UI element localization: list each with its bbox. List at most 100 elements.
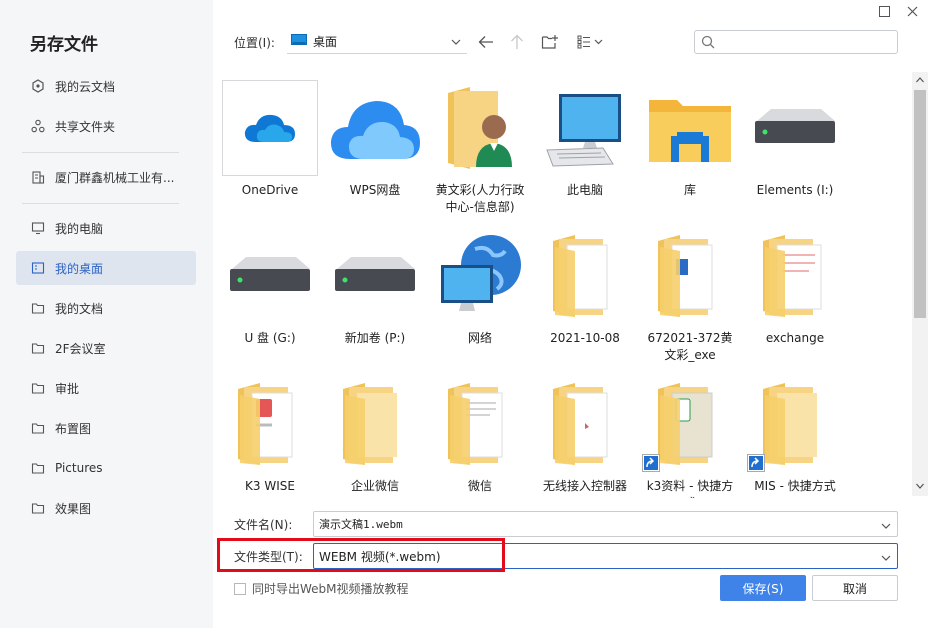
file-item-user-folder[interactable]: 黄文彩(人力行政中心-信息部): [432, 80, 528, 216]
folder-icon: [747, 228, 843, 324]
sidebar-item-my-desktop[interactable]: 我的桌面: [16, 251, 196, 285]
checkbox-box[interactable]: [234, 582, 246, 595]
file-name: 网络: [467, 331, 492, 345]
export-tutorial-checkbox[interactable]: 同时导出WebM视频播放教程: [234, 580, 409, 597]
filename-field[interactable]: 演示文稿1.webm: [313, 511, 898, 537]
search-input[interactable]: [721, 33, 891, 51]
scroll-up-icon[interactable]: [912, 72, 928, 88]
scrollbar-thumb[interactable]: [914, 90, 926, 318]
save-button[interactable]: 保存(S): [720, 575, 806, 601]
file-name: 此电脑: [566, 183, 603, 197]
sidebar-item-label: 共享文件夹: [55, 119, 116, 134]
maximize-icon[interactable]: [877, 4, 891, 18]
highlight-annotation-box: [217, 538, 505, 572]
file-name: Elements (I:): [756, 183, 834, 197]
drive-icon: [747, 80, 843, 176]
sidebar: 另存文件 我的云文档 共享文件夹 厦门群鑫机械工业有... 我的电脑 我的桌面 …: [0, 0, 213, 628]
up-arrow-icon[interactable]: [507, 32, 527, 52]
sidebar-item-layout[interactable]: 布置图: [16, 411, 196, 445]
sidebar-divider: [22, 152, 179, 153]
file-item-k3-wise[interactable]: K3 WISE: [222, 376, 318, 495]
file-item-onedrive[interactable]: OneDrive: [222, 80, 318, 199]
location-label: 位置(I):: [234, 36, 275, 50]
location-dropdown[interactable]: 桌面: [287, 30, 467, 54]
file-item-wps-cloud[interactable]: WPS网盘: [327, 80, 423, 199]
file-item-exchange[interactable]: exchange: [747, 228, 843, 347]
sidebar-item-label: 布置图: [55, 421, 92, 436]
file-name: 2021-10-08: [550, 331, 620, 345]
folder-icon: [537, 228, 633, 324]
computer-icon: [30, 220, 46, 236]
folder-icon: [537, 376, 633, 472]
view-mode-icon[interactable]: [576, 32, 606, 52]
file-name: 672021-372黄文彩_exe: [647, 331, 733, 362]
folder-icon: [30, 300, 46, 316]
file-grid: OneDrive WPS网盘 黄文彩(人力行政中心-信息部) 此电脑 库 Ele…: [213, 70, 913, 498]
file-item-mis-shortcut[interactable]: MIS - 快捷方式: [747, 376, 843, 495]
sidebar-item-my-computer[interactable]: 我的电脑: [16, 211, 196, 245]
file-item-this-pc[interactable]: 此电脑: [537, 80, 633, 199]
sidebar-item-label: 我的云文档: [55, 79, 116, 94]
pdf-folder-icon: [222, 376, 318, 472]
close-icon[interactable]: [905, 4, 919, 18]
shortcut-folder-icon: [747, 376, 843, 472]
network-globe-icon: [432, 228, 528, 324]
dialog-title: 另存文件: [30, 35, 98, 55]
drive-icon: [327, 228, 423, 324]
new-folder-icon[interactable]: [540, 32, 560, 52]
file-name: k3资料 - 快捷方式: [646, 479, 734, 498]
file-item-wechat[interactable]: 微信: [432, 376, 528, 495]
shortcut-arrow-icon: [642, 454, 660, 472]
sidebar-item-label: 审批: [55, 381, 80, 396]
file-item-usb-drive[interactable]: U 盘 (G:): [222, 228, 318, 347]
file-name: 微信: [467, 479, 492, 493]
company-icon: [30, 169, 46, 185]
sidebar-item-approval[interactable]: 审批: [16, 371, 196, 405]
file-item-2021-10-08[interactable]: 2021-10-08: [537, 228, 633, 347]
sidebar-item-renderings[interactable]: 效果图: [16, 491, 196, 525]
file-name: exchange: [765, 331, 825, 345]
cloud-doc-icon: [30, 78, 46, 94]
sidebar-item-label: Pictures: [55, 461, 103, 475]
folder-icon: [432, 376, 528, 472]
file-item-library[interactable]: 库: [642, 80, 738, 199]
library-folder-icon: [642, 80, 738, 176]
file-item-elements-drive[interactable]: Elements (I:): [747, 80, 843, 199]
sidebar-item-my-documents[interactable]: 我的文档: [16, 291, 196, 325]
file-item-k3-shortcut[interactable]: k3资料 - 快捷方式: [642, 376, 738, 498]
sidebar-item-label: 我的桌面: [55, 261, 104, 276]
cancel-button[interactable]: 取消: [812, 575, 898, 601]
sidebar-item-label: 2F会议室: [55, 341, 106, 356]
sidebar-item-cloud-docs[interactable]: 我的云文档: [16, 69, 196, 103]
search-box: [694, 30, 898, 54]
chevron-down-icon[interactable]: [881, 552, 891, 566]
desktop-icon: [291, 34, 307, 49]
share-folder-icon: [30, 118, 46, 134]
file-item-wireless-controller[interactable]: 无线接入控制器: [537, 376, 633, 495]
back-arrow-icon[interactable]: [476, 32, 496, 52]
scroll-down-icon[interactable]: [912, 478, 928, 494]
file-item-network[interactable]: 网络: [432, 228, 528, 347]
file-name: 库: [683, 183, 696, 197]
sidebar-item-pictures[interactable]: Pictures: [16, 451, 196, 485]
sidebar-item-2f-meeting-room[interactable]: 2F会议室: [16, 331, 196, 365]
chevron-down-icon[interactable]: [881, 520, 891, 534]
folder-icon: [642, 228, 738, 324]
sidebar-item-label: 我的文档: [55, 301, 104, 316]
file-name: 黄文彩(人力行政中心-信息部): [435, 183, 525, 214]
desktop-icon: [30, 260, 46, 276]
computer-icon: [537, 80, 633, 176]
filename-value: 演示文稿1.webm: [319, 518, 403, 531]
folder-icon: [30, 420, 46, 436]
sidebar-item-shared-folder[interactable]: 共享文件夹: [16, 109, 196, 143]
folder-icon: [30, 380, 46, 396]
file-name: 企业微信: [350, 479, 399, 493]
file-name: U 盘 (G:): [244, 331, 296, 345]
sidebar-item-company[interactable]: 厦门群鑫机械工业有...: [16, 160, 196, 194]
sidebar-divider: [22, 203, 179, 204]
file-item-new-volume[interactable]: 新加卷 (P:): [327, 228, 423, 347]
file-item-wecom[interactable]: 企业微信: [327, 376, 423, 495]
onedrive-cloud-icon: [222, 80, 318, 176]
file-name: WPS网盘: [349, 183, 401, 197]
file-item-672021-372[interactable]: 672021-372黄文彩_exe: [642, 228, 738, 364]
